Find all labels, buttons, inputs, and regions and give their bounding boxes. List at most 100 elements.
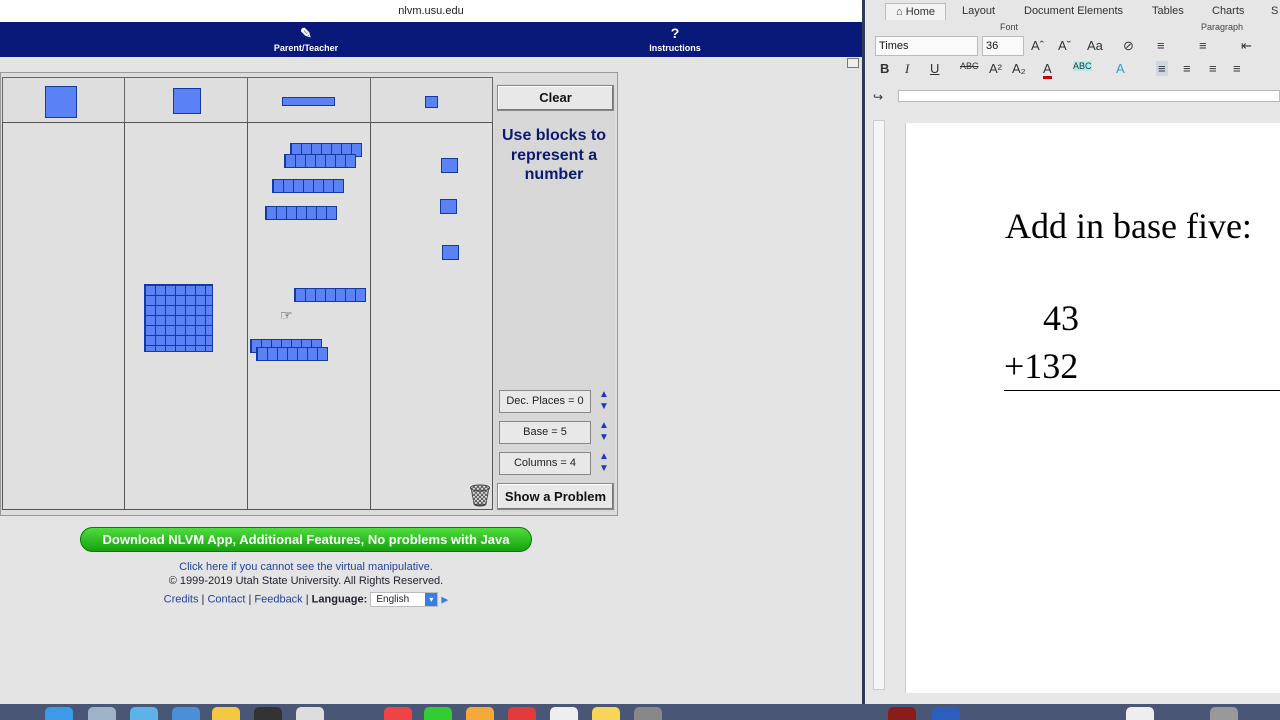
clear-button[interactable]: Clear [497, 85, 614, 111]
instructions-button[interactable]: ? Instructions [645, 25, 705, 53]
decrease-indent-icon[interactable]: ⇤ [1241, 38, 1252, 54]
preview-icon[interactable] [550, 707, 578, 720]
cannot-see-link[interactable]: Click here if you cannot see the virtual… [0, 561, 612, 573]
superscript-icon[interactable]: A² [989, 61, 1002, 76]
rod-block[interactable] [294, 288, 366, 302]
tab-tables[interactable]: Tables [1152, 3, 1184, 19]
tab-layout[interactable]: Layout [962, 3, 995, 19]
font-name-select[interactable]: Times [875, 36, 978, 56]
column-header-units[interactable] [370, 77, 493, 123]
arrow-down-icon[interactable]: ▼ [595, 401, 613, 413]
facetime-icon[interactable] [424, 707, 452, 720]
question-icon: ? [670, 25, 680, 41]
arrow-up-icon[interactable]: ▲ [595, 389, 613, 401]
tab-home[interactable]: ⌂ Home [885, 3, 947, 20]
mail-icon[interactable] [172, 707, 200, 720]
sum-line [1004, 390, 1280, 391]
workspace-column-cubes[interactable] [2, 122, 125, 510]
feedback-link[interactable]: Feedback [254, 593, 302, 605]
notes-icon[interactable] [212, 707, 240, 720]
document-icon[interactable] [1126, 707, 1154, 720]
terminal-icon[interactable] [254, 707, 282, 720]
columns-stepper[interactable]: ▲ ▼ [595, 451, 613, 476]
align-left-icon[interactable]: ≡ [1156, 61, 1168, 76]
parent-teacher-label: Parent/Teacher [273, 43, 339, 53]
rod-block-icon[interactable] [282, 97, 335, 106]
unit-block-icon[interactable] [425, 96, 438, 108]
arrow-up-icon[interactable]: ▲ [595, 451, 613, 463]
numbered-list-icon[interactable]: ≡ [1199, 38, 1207, 53]
language-select[interactable]: English ▾ [370, 592, 439, 607]
clear-format-icon[interactable]: ⊘ [1123, 38, 1134, 54]
instructions-label: Instructions [649, 43, 701, 53]
font-size-select[interactable]: 36 [982, 36, 1024, 56]
shrink-font-icon[interactable]: Aˇ [1058, 38, 1071, 53]
textedit-icon[interactable] [296, 707, 324, 720]
text-effects-icon[interactable]: A [1116, 61, 1125, 76]
bold-icon[interactable]: B [880, 61, 889, 76]
columns-setting: Columns = 4 [499, 452, 591, 475]
strikethrough-icon[interactable]: ABC [960, 61, 979, 71]
url-bar[interactable]: nlvm.usu.edu [0, 0, 862, 22]
credits-link[interactable]: Credits [164, 593, 199, 605]
calendar-icon[interactable] [384, 707, 412, 720]
rod-block[interactable] [272, 179, 344, 193]
tab-document-elements[interactable]: Document Elements [1024, 3, 1123, 19]
arrow-down-icon[interactable]: ▼ [595, 432, 613, 444]
play-arrow-icon[interactable]: ▶ [441, 594, 448, 604]
launchpad-icon[interactable] [88, 707, 116, 720]
unit-block[interactable] [440, 199, 457, 214]
vertical-ruler[interactable] [873, 120, 885, 690]
trash-icon[interactable]: 🗑 [466, 484, 494, 508]
arrow-up-icon[interactable]: ▲ [595, 420, 613, 432]
safari-icon[interactable] [130, 707, 158, 720]
tab-more[interactable]: S [1271, 3, 1278, 19]
column-header-rods[interactable] [247, 77, 371, 123]
highlight-icon[interactable]: ABC [1073, 61, 1092, 71]
unit-block[interactable] [441, 158, 458, 173]
column-header-cubes[interactable] [2, 77, 125, 123]
grow-font-icon[interactable]: Aˆ [1031, 38, 1044, 53]
align-center-icon[interactable]: ≡ [1183, 61, 1191, 76]
rod-block[interactable] [265, 206, 337, 220]
window-resize-icon[interactable] [847, 58, 859, 68]
rod-block[interactable] [284, 154, 356, 168]
paragraph-marker-icon[interactable]: ↪ [873, 90, 883, 104]
chevron-down-icon: ▾ [425, 593, 438, 606]
change-case-icon[interactable]: Aa [1087, 38, 1103, 53]
subscript-icon[interactable]: A₂ [1012, 61, 1026, 76]
base-stepper[interactable]: ▲ ▼ [595, 420, 613, 445]
flat-block[interactable] [144, 284, 213, 352]
horizontal-ruler[interactable] [898, 90, 1280, 102]
system-preferences-icon[interactable] [634, 707, 662, 720]
workspace-column-units[interactable] [370, 122, 493, 510]
music-icon[interactable] [508, 707, 536, 720]
show-problem-button[interactable]: Show a Problem [497, 483, 614, 510]
big-cube-block-icon[interactable] [45, 86, 77, 118]
font-color-icon[interactable]: A [1043, 61, 1052, 79]
trash-dock-icon[interactable] [1210, 707, 1238, 720]
document-title: Add in base five: [1005, 206, 1252, 246]
column-header-flats[interactable] [124, 77, 248, 123]
bullet-list-icon[interactable]: ≡ [1157, 38, 1165, 53]
finder-icon[interactable] [45, 707, 73, 720]
workspace-column-flats[interactable] [124, 122, 248, 510]
rod-block[interactable] [256, 347, 328, 361]
flat-block-icon[interactable] [173, 88, 201, 114]
tab-charts[interactable]: Charts [1212, 3, 1244, 19]
stickies-icon[interactable] [592, 707, 620, 720]
download-app-button[interactable]: Download NLVM App, Additional Features, … [80, 527, 532, 552]
workspace-column-rods[interactable]: ☞ [247, 122, 371, 510]
dec-places-stepper[interactable]: ▲ ▼ [595, 389, 613, 414]
word-icon[interactable] [888, 707, 916, 720]
align-right-icon[interactable]: ≡ [1209, 61, 1217, 76]
photos-icon[interactable] [466, 707, 494, 720]
italic-icon[interactable]: I [905, 61, 909, 77]
parent-teacher-button[interactable]: ✎ Parent/Teacher [270, 25, 342, 53]
app-icon[interactable] [932, 707, 960, 720]
justify-icon[interactable]: ≡ [1233, 61, 1241, 76]
arrow-down-icon[interactable]: ▼ [595, 463, 613, 475]
unit-block[interactable] [442, 245, 459, 260]
underline-icon[interactable]: U [930, 61, 939, 76]
contact-link[interactable]: Contact [207, 593, 245, 605]
